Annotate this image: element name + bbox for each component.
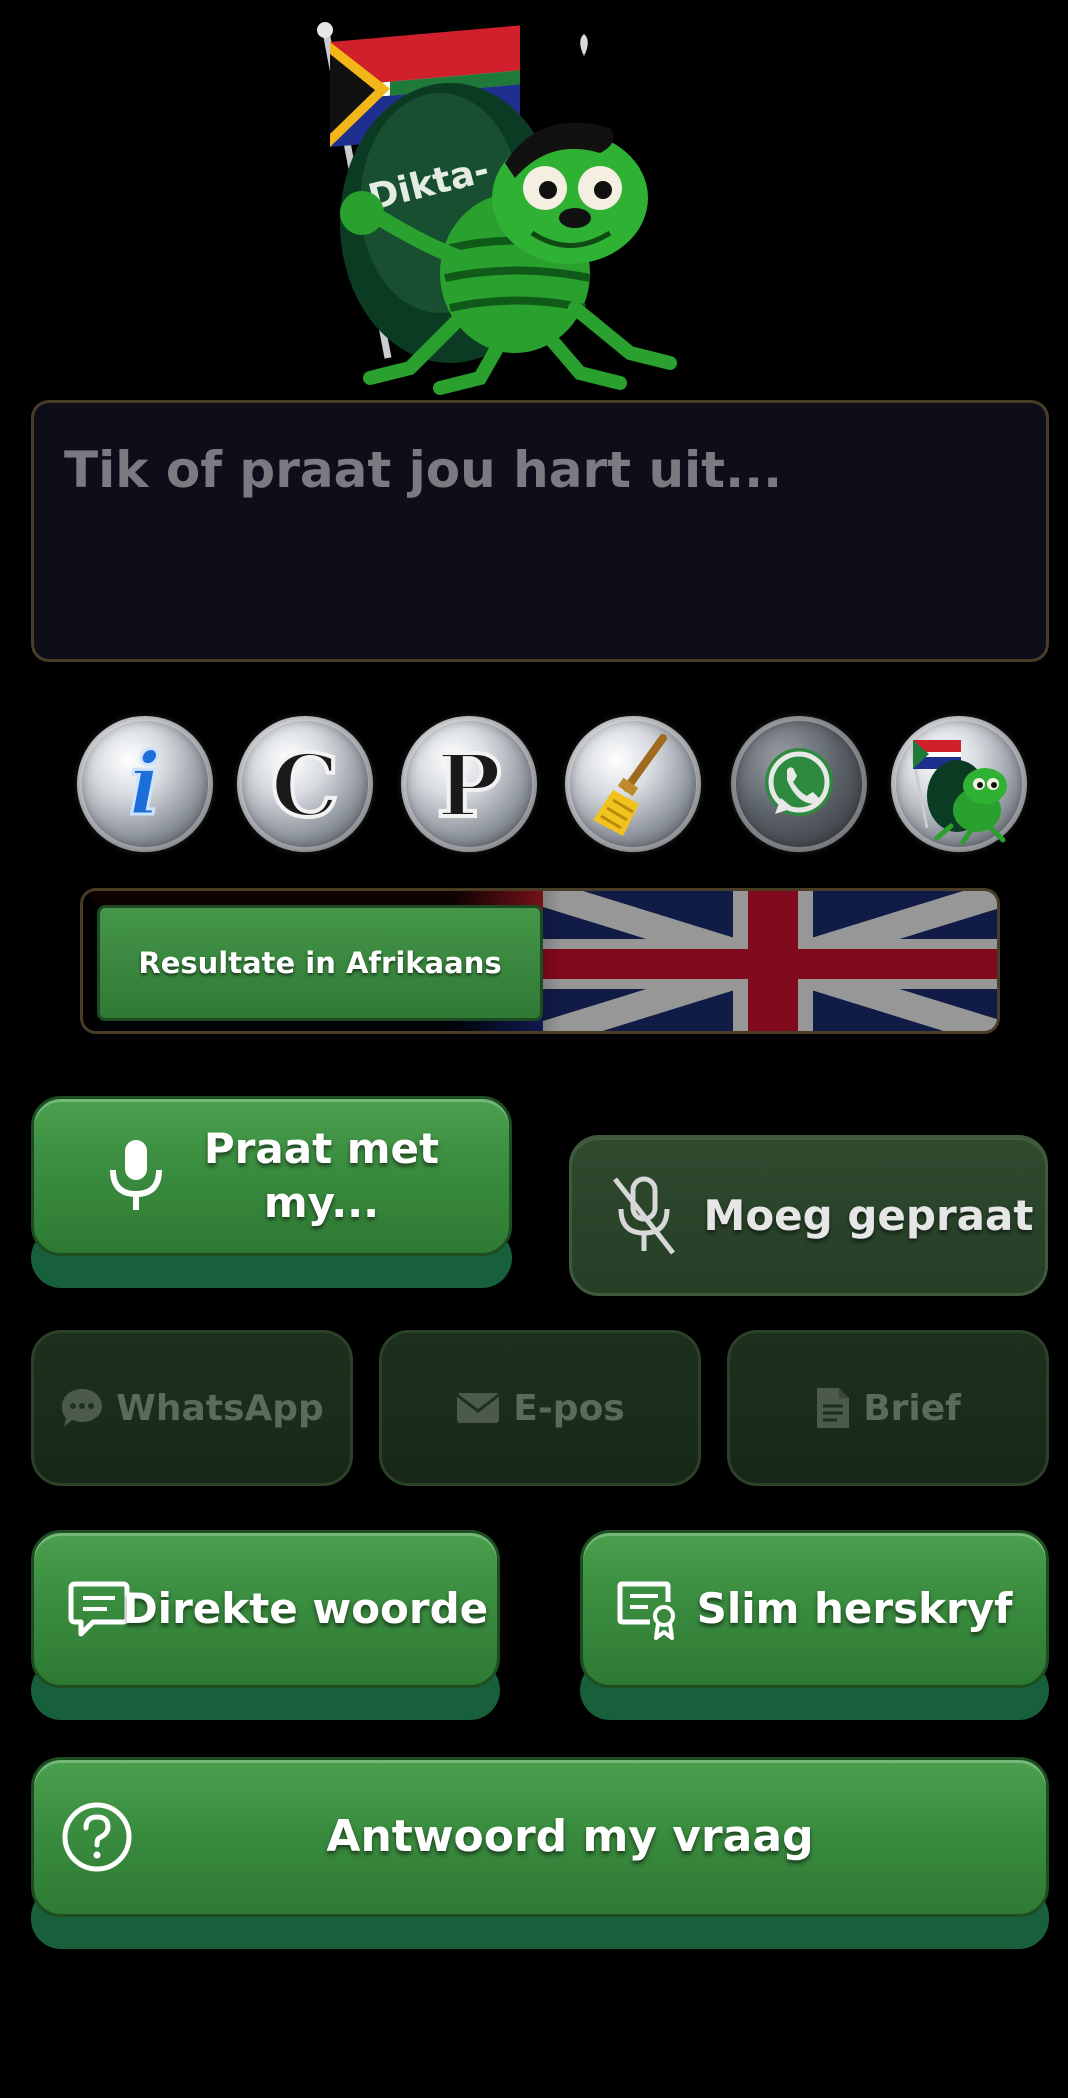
email-format-button[interactable]: E-pos: [379, 1330, 701, 1502]
microphone-off-icon: [613, 1176, 675, 1255]
smart-rewrite-button[interactable]: Slim herskryf: [580, 1530, 1049, 1720]
language-label: Resultate in Afrikaans: [97, 905, 543, 1021]
info-glyph: i: [129, 734, 162, 835]
clear-button[interactable]: [565, 716, 701, 852]
document-icon: [817, 1388, 850, 1428]
language-toggle[interactable]: Resultate in Afrikaans: [80, 888, 1000, 1034]
answer-question-button[interactable]: Antwoord my vraag: [31, 1757, 1049, 1949]
answer-button-label: Antwoord my vraag: [326, 1810, 814, 1862]
paste-button[interactable]: P: [401, 716, 537, 852]
message-input-container: [31, 400, 1049, 662]
whatsapp-icon: [765, 748, 833, 816]
copy-glyph: C: [271, 736, 339, 837]
copy-icon: C: [269, 734, 341, 839]
direct-button-label: Direkte woorde: [122, 1584, 489, 1634]
speak-button[interactable]: Praat met my...: [31, 1096, 512, 1288]
envelope-icon: [456, 1393, 501, 1423]
mascot-button[interactable]: [891, 716, 1027, 852]
speak-button-label: Praat met my...: [203, 1124, 440, 1227]
info-button[interactable]: i: [77, 716, 213, 852]
stop-speaking-button[interactable]: Moeg gepraat: [569, 1135, 1048, 1296]
whatsapp-format-button[interactable]: WhatsApp: [31, 1330, 353, 1502]
paste-icon: P: [435, 734, 504, 839]
copy-button[interactable]: C: [237, 716, 373, 852]
stop-button-label: Moeg gepraat: [703, 1190, 1034, 1240]
whatsapp-format-label: WhatsApp: [116, 1387, 324, 1429]
paste-glyph: P: [437, 736, 502, 837]
rewrite-button-label: Slim herskryf: [696, 1584, 1013, 1634]
mascot-logo: Dikta-: [300, 18, 700, 403]
message-input[interactable]: [34, 403, 1046, 659]
broom-icon: [593, 734, 667, 836]
direct-words-button[interactable]: Direkte woorde: [31, 1530, 500, 1720]
pin-icon: [580, 34, 588, 56]
whatsapp-share-button[interactable]: [731, 716, 867, 852]
letter-format-label: Brief: [863, 1387, 961, 1429]
email-format-label: E-pos: [513, 1387, 625, 1429]
letter-format-button[interactable]: Brief: [727, 1330, 1049, 1502]
mascot-mini-icon: [909, 740, 1007, 845]
info-icon: i: [127, 733, 163, 837]
speech-bubble-icon: [62, 1389, 103, 1427]
